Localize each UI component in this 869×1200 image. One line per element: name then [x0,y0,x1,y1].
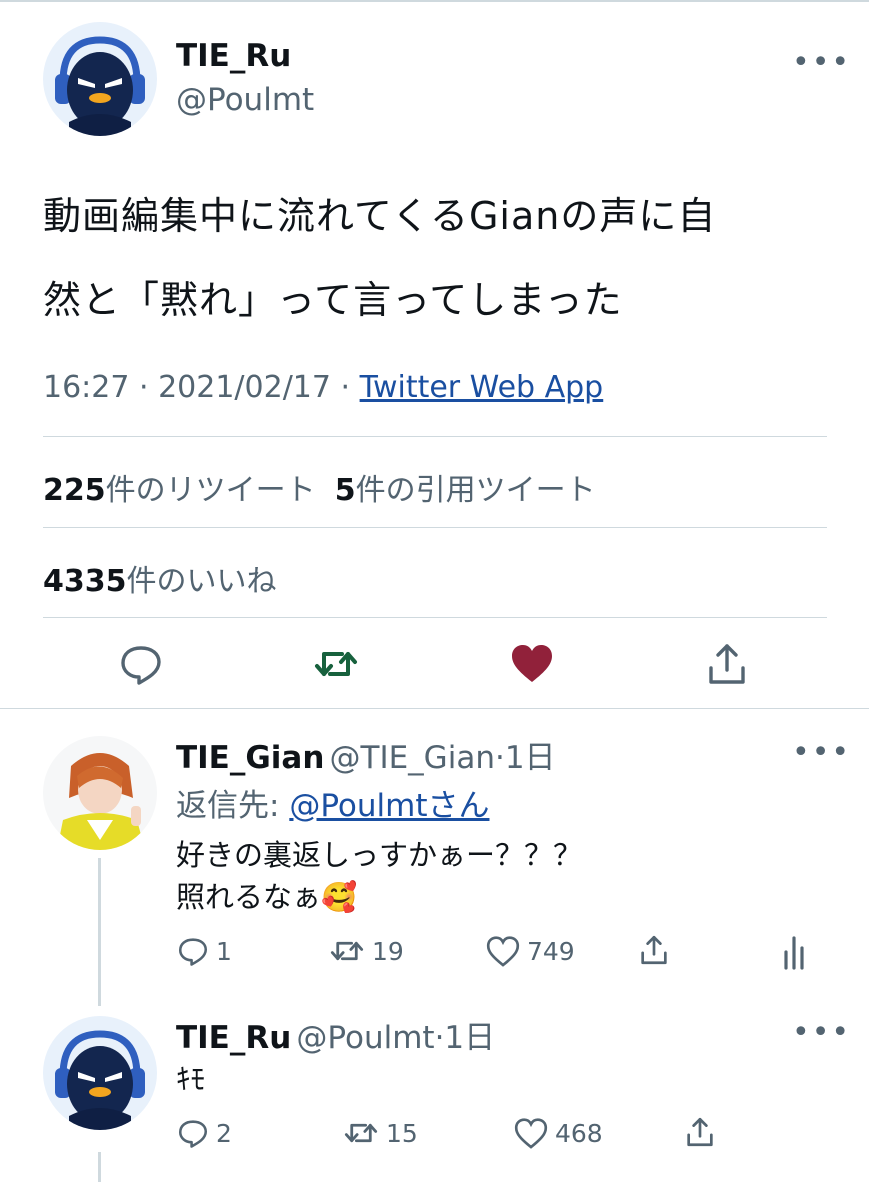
retweet-label: 件のリツイート [105,473,316,508]
source-link[interactable]: Twitter Web App [360,370,604,405]
retweet-icon [330,941,364,961]
share-icon[interactable] [703,640,751,688]
tweet-meta: 16:27 · 2021/02/17 · Twitter Web App [43,370,603,405]
retweet-button[interactable]: 19 [328,934,404,968]
reply-age[interactable]: 1日 [505,740,556,776]
retweet-button[interactable]: 15 [342,1116,418,1150]
heart-icon [486,936,520,967]
quote-label: 件の引用ツイート [355,473,596,508]
heart-icon [514,1118,548,1149]
dot-separator: · [494,740,505,776]
retweet-icon [344,1123,378,1143]
reply-to: 返信先: @Poulmtさん [176,780,489,825]
reply-header: TIE_Gian @TIE_Gian·1日 [176,732,556,777]
tweet-text: 動画編集中に流れてくるGianの声に自 然と「黙れ」って言ってしまった [43,174,843,342]
divider [43,527,827,528]
like-button[interactable]: 468 [513,1116,603,1150]
reply-icon [178,1120,208,1148]
reply-to-label: 返信先: [176,788,290,824]
reply-icon[interactable] [117,640,165,688]
like-count: 468 [555,1118,603,1148]
reply-icon [178,938,208,966]
liked-heart-icon[interactable] [508,640,556,688]
like-label: 件のいいね [126,564,277,599]
avatar[interactable] [43,22,157,136]
retweet-stats[interactable]: 225件のリツイート 5件の引用ツイート [43,465,596,509]
reply-text: ｷﾓ [176,1062,206,1096]
like-stats[interactable]: 4335件のいいね [43,556,277,600]
user-handle[interactable]: @Poulmt [176,82,314,118]
more-options-icon[interactable]: ••• [792,1018,851,1048]
retweet-count: 225 [43,473,106,508]
reply-to-user-link[interactable]: @Poulmtさん [289,788,489,824]
top-divider [0,0,869,2]
smiling-face-with-hearts-emoji: 🥰 [321,880,358,914]
user-handle[interactable]: @Poulmt [296,1020,434,1056]
tweet-text-line: 然と「黙れ」って言ってしまった [43,278,623,322]
divider [43,436,827,437]
reply-button[interactable]: 1 [176,934,232,968]
thread-line [98,858,101,1006]
tweet-text-line: 動画編集中に流れてくるGianの声に自 [43,194,717,238]
retweet-icon[interactable] [312,640,360,688]
reply-header: TIE_Ru @Poulmt·1日 [176,1012,495,1057]
anime-avatar-icon [43,736,157,850]
display-name[interactable]: TIE_Ru [176,38,291,74]
avatar[interactable] [43,1016,157,1130]
display-name[interactable]: TIE_Ru [176,1020,291,1056]
retweet-count: 19 [372,936,404,966]
reply-text-line: 照れるなぁ🥰 [176,876,582,918]
reply-text: 好きの裏返しっすかぁー？？？ 照れるなぁ🥰 [176,834,582,918]
reply-text-content: 照れるなぁ [176,880,322,914]
dot-separator: · [434,1020,445,1056]
reply-count: 2 [216,1118,232,1148]
penguin-avatar-icon [43,22,157,136]
share-icon[interactable] [637,932,671,972]
retweet-count: 15 [386,1118,418,1148]
user-handle[interactable]: @TIE_Gian [330,740,495,776]
quote-count: 5 [334,473,356,508]
like-count: 4335 [43,564,127,599]
like-count: 749 [527,936,575,966]
analytics-icon[interactable] [782,934,812,974]
divider [0,708,869,709]
share-icon[interactable] [683,1114,717,1154]
like-button[interactable]: 749 [485,934,575,968]
reply-button[interactable]: 2 [176,1116,232,1150]
penguin-avatar-icon [43,1016,157,1130]
avatar[interactable] [43,736,157,850]
divider [43,617,827,618]
reply-age[interactable]: 1日 [444,1020,495,1056]
more-options-icon[interactable]: ••• [792,738,851,768]
reply-text-line: 好きの裏返しっすかぁー？？？ [176,838,583,872]
more-options-icon[interactable]: ••• [792,48,851,78]
display-name[interactable]: TIE_Gian [176,740,324,776]
thread-line [98,1152,101,1182]
reply-count: 1 [216,936,232,966]
timestamp: 16:27 · 2021/02/17 · [43,370,360,405]
